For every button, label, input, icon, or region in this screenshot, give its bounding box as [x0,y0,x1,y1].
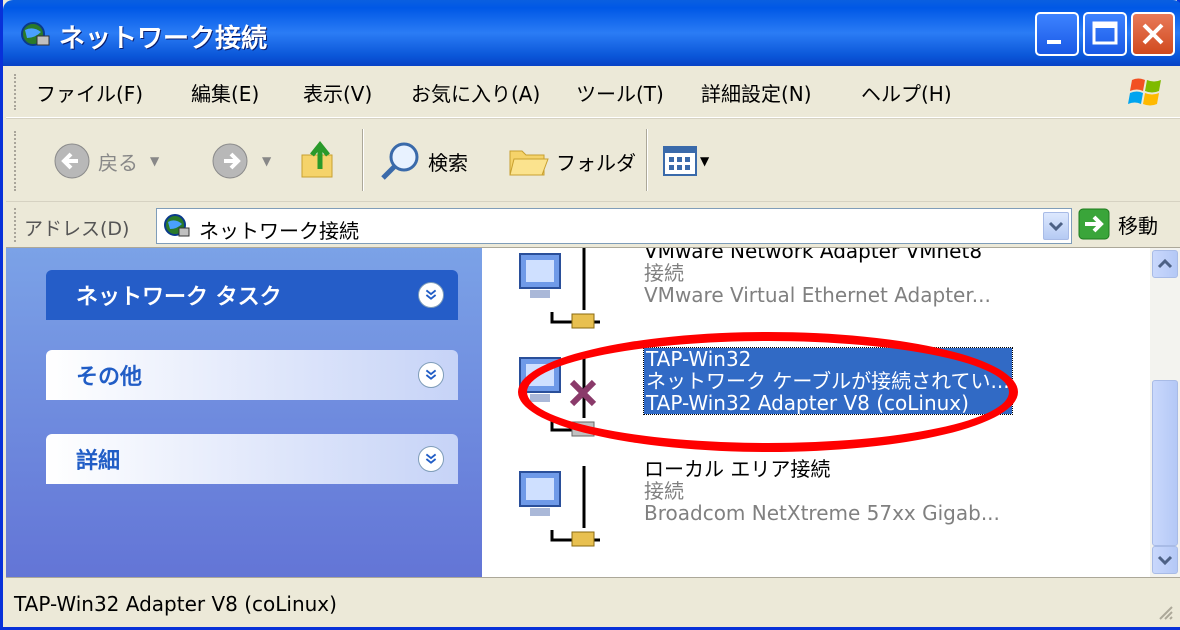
standard-toolbar: 戻る ▼ ▼ 検索 フォルダ ▼ [6,118,1180,202]
windows-logo-icon [1128,78,1161,106]
network-connections-icon [21,22,50,46]
back-dropdown-icon[interactable]: ▼ [150,154,159,168]
menu-grip[interactable] [14,74,18,110]
search-button[interactable]: 検索 [378,139,468,183]
forward-button[interactable]: ▼ [210,141,271,181]
address-value: ネットワーク接続 [199,219,359,243]
status-text: TAP-Win32 Adapter V8 (coLinux) [14,592,337,616]
connection-text: VMware Network Adapter VMnet8 接続 VMware … [644,248,991,306]
details-label: 詳細 [76,449,121,474]
menu-edit[interactable]: 編集(E) [191,78,259,107]
folder-icon [509,150,549,176]
address-bar: アドレス(D) ネットワーク接続 移動 [6,202,1180,248]
expand-chevron-icon[interactable] [418,362,444,388]
address-grip[interactable] [14,208,18,242]
address-dropdown-button[interactable] [1043,212,1069,240]
folders-button[interactable]: フォルダ [506,139,636,183]
expand-chevron-icon[interactable] [418,446,444,472]
back-button[interactable]: 戻る ▼ [52,141,159,181]
network-connection-icon [519,466,600,547]
forward-arrow-icon [212,143,248,179]
views-grid-icon [663,146,697,176]
go-button[interactable]: 移動 [1078,208,1158,240]
close-button[interactable] [1131,12,1175,56]
minimize-button[interactable] [1035,12,1079,56]
minimize-icon [1047,40,1061,44]
up-folder-icon [301,140,333,178]
menu-tools[interactable]: ツール(T) [576,78,664,107]
chevron-up-icon [1157,258,1173,269]
back-arrow-icon [54,143,90,179]
network-tasks-label: ネットワーク タスク [76,285,282,310]
search-label: 検索 [428,150,468,175]
other-places-label: その他 [76,365,143,390]
toolbar-grip[interactable] [14,131,18,191]
details-header[interactable]: 詳細 [46,434,458,484]
connection-local-area[interactable]: ローカル エリア接続 接続 Broadcom NetXtreme 57xx Gi… [512,458,1132,558]
window-title: ネットワーク接続 [59,24,268,54]
highlight-annotation-ring [518,332,1018,452]
scroll-up-button[interactable] [1152,250,1178,278]
address-input[interactable]: ネットワーク接続 [156,208,1072,244]
go-arrow-icon [1078,208,1110,240]
status-bar: TAP-Win32 Adapter V8 (coLinux) [6,577,1180,627]
back-label: 戻る [98,150,138,175]
views-dropdown-icon[interactable]: ▼ [700,154,709,168]
connection-name: VMware Network Adapter VMnet8 [644,248,983,263]
menu-help[interactable]: ヘルプ(H) [861,78,952,107]
close-icon [1142,23,1164,45]
connection-text: ローカル エリア接続 接続 Broadcom NetXtreme 57xx Gi… [644,458,1000,524]
toolbar-separator [646,129,648,191]
connection-vmnet8[interactable]: VMware Network Adapter VMnet8 接続 VMware … [512,248,1132,340]
views-button[interactable]: ▼ [662,143,709,179]
go-label: 移動 [1118,213,1158,238]
maximize-icon [1092,21,1118,45]
chevron-down-icon [1048,221,1064,232]
menu-file[interactable]: ファイル(F) [36,78,143,107]
connection-name: ローカル エリア接続 [644,457,831,481]
vertical-scrollbar[interactable] [1150,248,1180,577]
menu-advanced[interactable]: 詳細設定(N) [701,78,812,107]
network-connections-icon [164,214,190,237]
connection-status: 接続 [644,479,684,503]
address-label: アドレス(D) [24,218,130,240]
network-connection-icon [519,248,600,329]
network-tasks-header[interactable]: ネットワーク タスク [46,270,458,320]
menu-favorites[interactable]: お気に入り(A) [411,78,540,107]
resize-grip-icon[interactable] [1156,603,1174,621]
folders-label: フォルダ [556,150,636,175]
scrollbar-thumb[interactable] [1152,380,1178,546]
other-places-header[interactable]: その他 [46,350,458,400]
search-icon [381,142,419,180]
expand-chevron-icon[interactable] [418,282,444,308]
connection-device: Broadcom NetXtreme 57xx Gigab... [644,501,1000,525]
forward-dropdown-icon[interactable]: ▼ [262,154,271,168]
explorer-window: ネットワーク接続 ファイル(F) 編集(E) 表示(V) お気に入り(A) ツー… [0,0,1180,630]
up-folder-button[interactable] [298,137,344,183]
title-bar[interactable]: ネットワーク接続 [3,0,1180,66]
scroll-down-button[interactable] [1152,546,1178,574]
menu-bar: ファイル(F) 編集(E) 表示(V) お気に入り(A) ツール(T) 詳細設定… [6,66,1180,118]
maximize-button[interactable] [1083,12,1127,56]
chevron-down-icon [1157,555,1173,566]
menu-view[interactable]: 表示(V) [303,78,372,107]
toolbar-separator [362,129,364,191]
task-pane: ネットワーク タスク その他 詳細 [6,248,482,577]
connection-device: VMware Virtual Ethernet Adapter... [644,283,991,307]
connection-status: 接続 [644,261,684,285]
